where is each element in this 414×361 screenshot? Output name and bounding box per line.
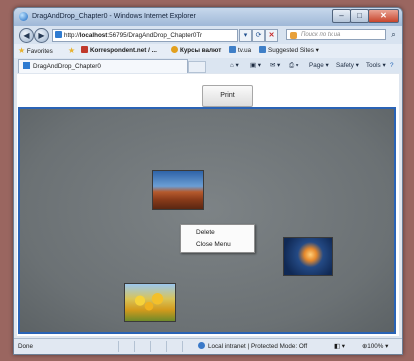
feeds-icon[interactable]: ▣ ▾	[250, 58, 261, 73]
canyon-photo[interactable]	[152, 170, 204, 210]
context-menu: Delete Close Menu	[180, 224, 255, 253]
search-provider-icon	[290, 32, 297, 39]
safety-menu[interactable]: Safety ▾	[336, 58, 359, 73]
window-title: DragAndDrop_Chapter0 - Windows Internet …	[32, 13, 196, 20]
status-text: Done	[18, 343, 34, 350]
star-icon: ★	[18, 46, 26, 55]
print-button[interactable]: Print	[202, 85, 253, 107]
refresh-icon[interactable]: ⟳	[252, 29, 265, 42]
favorite-link-tvua[interactable]: tv.ua	[229, 44, 251, 58]
address-input[interactable]: http://localhost:56795/DragAndDrop_Chapt…	[52, 29, 238, 42]
status-bar: Done Local intranet | Protected Mode: Of…	[14, 338, 402, 354]
favorite-link-kursy[interactable]: Курсы валют	[171, 44, 221, 58]
home-icon[interactable]: ⌂ ▾	[230, 58, 239, 73]
url-rest: :56795/DragAndDrop_Chapter0Tr	[107, 32, 203, 39]
search-input[interactable]: Поиск по tv.ua	[286, 29, 386, 40]
maximize-button[interactable]: □	[350, 9, 369, 23]
new-tab-button[interactable]	[188, 61, 206, 73]
zoom-control[interactable]: ⊕100% ▾	[362, 339, 388, 354]
drop-canvas[interactable]: Delete Close Menu	[18, 107, 396, 334]
print-icon[interactable]: ⎙ ▾	[289, 58, 298, 73]
protected-mode-icon[interactable]: ◧ ▾	[334, 339, 345, 354]
favorites-bar: ★ Favorites ★ Korrespondent.net / ... Ку…	[14, 44, 402, 59]
menu-item-delete[interactable]: Delete	[196, 229, 215, 236]
security-zone[interactable]: Local intranet | Protected Mode: Off	[198, 339, 307, 354]
address-toolbar: ◀ ▶ http://localhost:56795/DragAndDrop_C…	[14, 26, 402, 44]
site-icon	[81, 46, 88, 53]
url-scheme: http://	[64, 32, 80, 39]
favorites-button[interactable]: ★ Favorites	[18, 44, 53, 59]
page-icon	[23, 62, 30, 69]
stop-icon[interactable]: ✕	[265, 29, 278, 42]
site-icon	[259, 46, 266, 53]
ie-icon	[19, 12, 28, 21]
search-icon[interactable]: ⌕	[388, 29, 399, 40]
browser-window: DragAndDrop_Chapter0 - Windows Internet …	[13, 7, 403, 355]
page-content: Print Delete Close Menu	[17, 74, 399, 336]
close-window-button[interactable]: ✕	[368, 9, 399, 23]
add-favorite-icon[interactable]: ★	[68, 44, 75, 59]
jellyfish-photo[interactable]	[283, 237, 333, 276]
page-menu[interactable]: Page ▾	[309, 58, 329, 73]
favorite-link-suggested[interactable]: Suggested Sites ▾	[259, 44, 319, 58]
help-icon[interactable]: ?	[390, 58, 394, 73]
tulips-photo[interactable]	[124, 283, 176, 322]
site-icon	[229, 46, 236, 53]
tab-label: DragAndDrop_Chapter0	[33, 63, 101, 70]
tab-bar: DragAndDrop_Chapter0 ⌂ ▾ ▣ ▾ ✉ ▾ ⎙ ▾ Pag…	[14, 58, 402, 73]
menu-item-close-menu[interactable]: Close Menu	[196, 241, 231, 248]
tools-menu[interactable]: Tools ▾	[366, 58, 386, 73]
minimize-button[interactable]: –	[332, 9, 351, 23]
compat-view-icon[interactable]: ▾	[239, 29, 252, 42]
back-icon[interactable]: ◀	[19, 28, 34, 43]
page-icon	[55, 31, 62, 38]
tab-dragdrop[interactable]: DragAndDrop_Chapter0	[18, 59, 188, 73]
mail-icon[interactable]: ✉ ▾	[270, 58, 280, 73]
favorite-link-korrespondent[interactable]: Korrespondent.net / ...	[81, 44, 157, 58]
url-host: localhost	[79, 32, 108, 39]
forward-icon[interactable]: ▶	[34, 28, 49, 43]
site-icon	[171, 46, 178, 53]
favorites-label: Favorites	[26, 48, 53, 55]
title-bar[interactable]: DragAndDrop_Chapter0 - Windows Internet …	[14, 8, 402, 26]
zone-icon	[198, 342, 205, 349]
search-placeholder: Поиск по tv.ua	[301, 32, 341, 38]
